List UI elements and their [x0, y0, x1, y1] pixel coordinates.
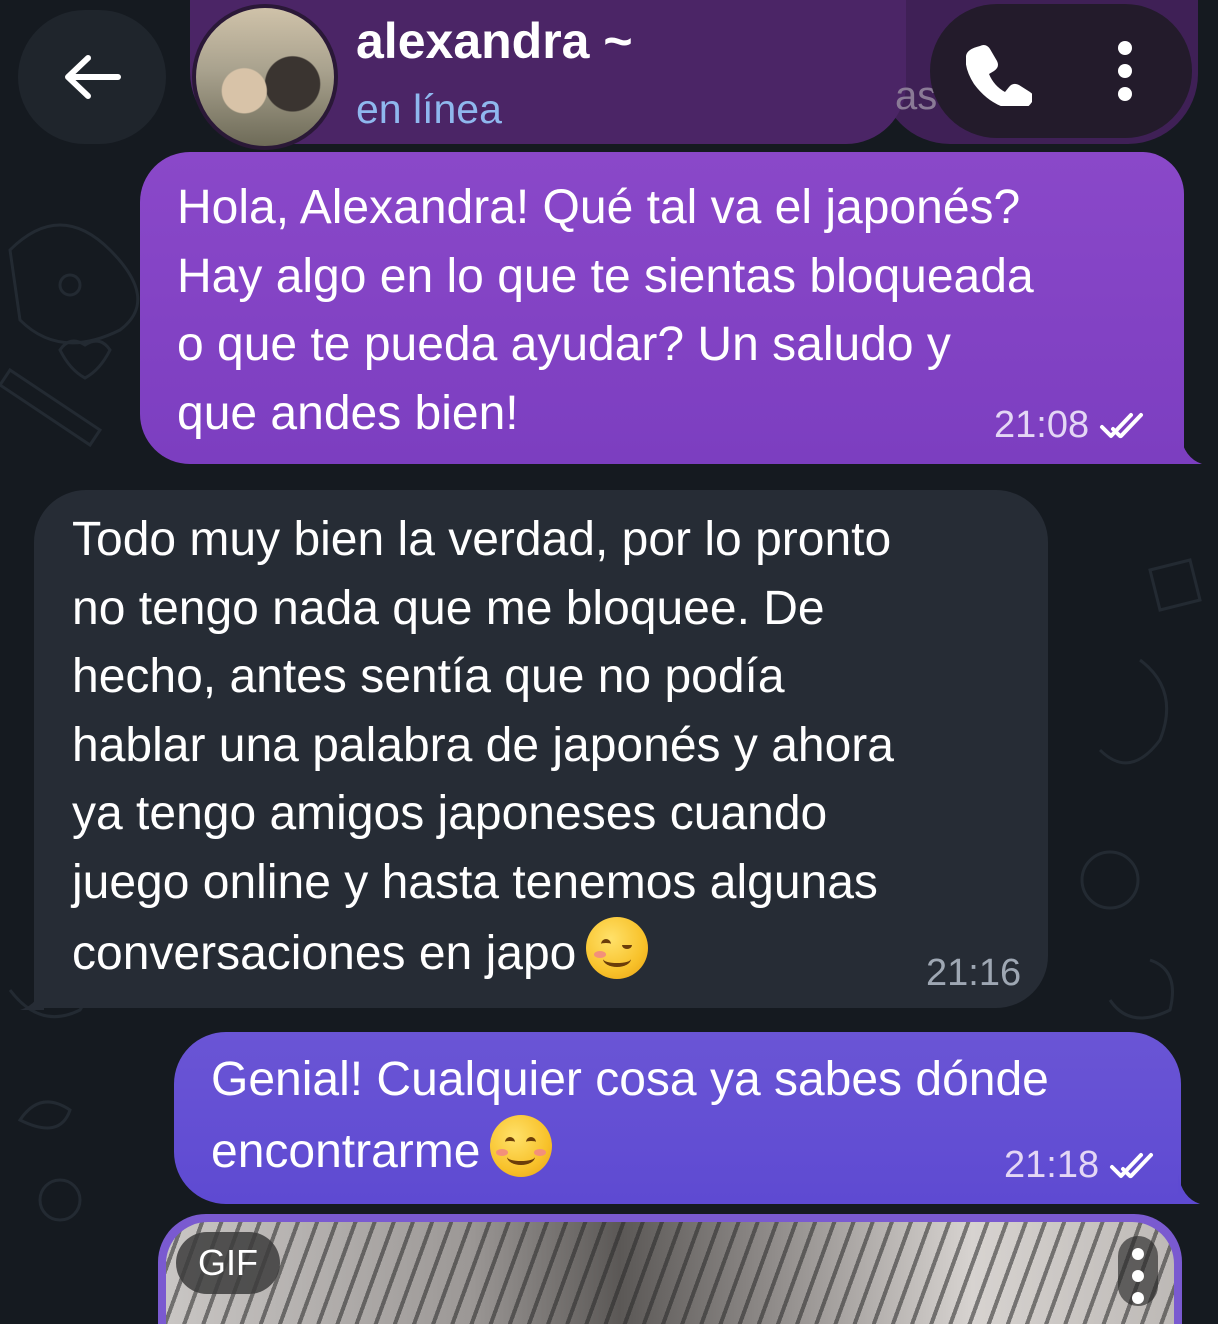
back-button[interactable] [18, 10, 166, 144]
phone-icon[interactable] [966, 40, 1032, 106]
message-content: Genial! Cualquier cosa ya sabes dónde en… [211, 1046, 1141, 1186]
gif-message[interactable] [158, 1214, 1182, 1324]
winking-face-emoji [586, 917, 649, 979]
double-check-icon [1100, 412, 1144, 438]
double-check-icon [1110, 1152, 1154, 1178]
message-meta: 21:08 [994, 404, 1155, 447]
message-meta: 21:18 [1004, 1144, 1165, 1187]
smiling-face-emoji [490, 1114, 553, 1177]
message-meta: 21:16 [926, 952, 1021, 995]
message-content: Todo muy bien la verdad, por lo pronto n… [72, 506, 1018, 989]
message-bubble-incoming[interactable]: Todo muy bien la verdad, por lo pronto n… [34, 490, 1048, 1008]
more-vertical-icon [1132, 1248, 1144, 1304]
message-time: 21:08 [994, 404, 1090, 446]
message-time: 21:16 [926, 952, 1022, 994]
bubble-tail [1180, 434, 1202, 464]
gif-image[interactable] [166, 1222, 1174, 1324]
contact-status: en línea [356, 86, 502, 132]
arrow-left-icon [65, 55, 121, 99]
gif-badge: GIF [176, 1232, 280, 1294]
avatar[interactable] [192, 4, 338, 150]
contact-name[interactable]: alexandra ~ [356, 12, 633, 70]
more-vertical-icon[interactable] [1110, 40, 1140, 102]
gif-menu-button[interactable] [1118, 1236, 1158, 1306]
message-text: Todo muy bien la verdad, por lo pronto n… [72, 513, 894, 980]
bubble-tail [1178, 1174, 1200, 1204]
message-text: Genial! Cualquier cosa ya sabes dónde en… [211, 1053, 1049, 1178]
message-time: 21:18 [1004, 1144, 1100, 1186]
